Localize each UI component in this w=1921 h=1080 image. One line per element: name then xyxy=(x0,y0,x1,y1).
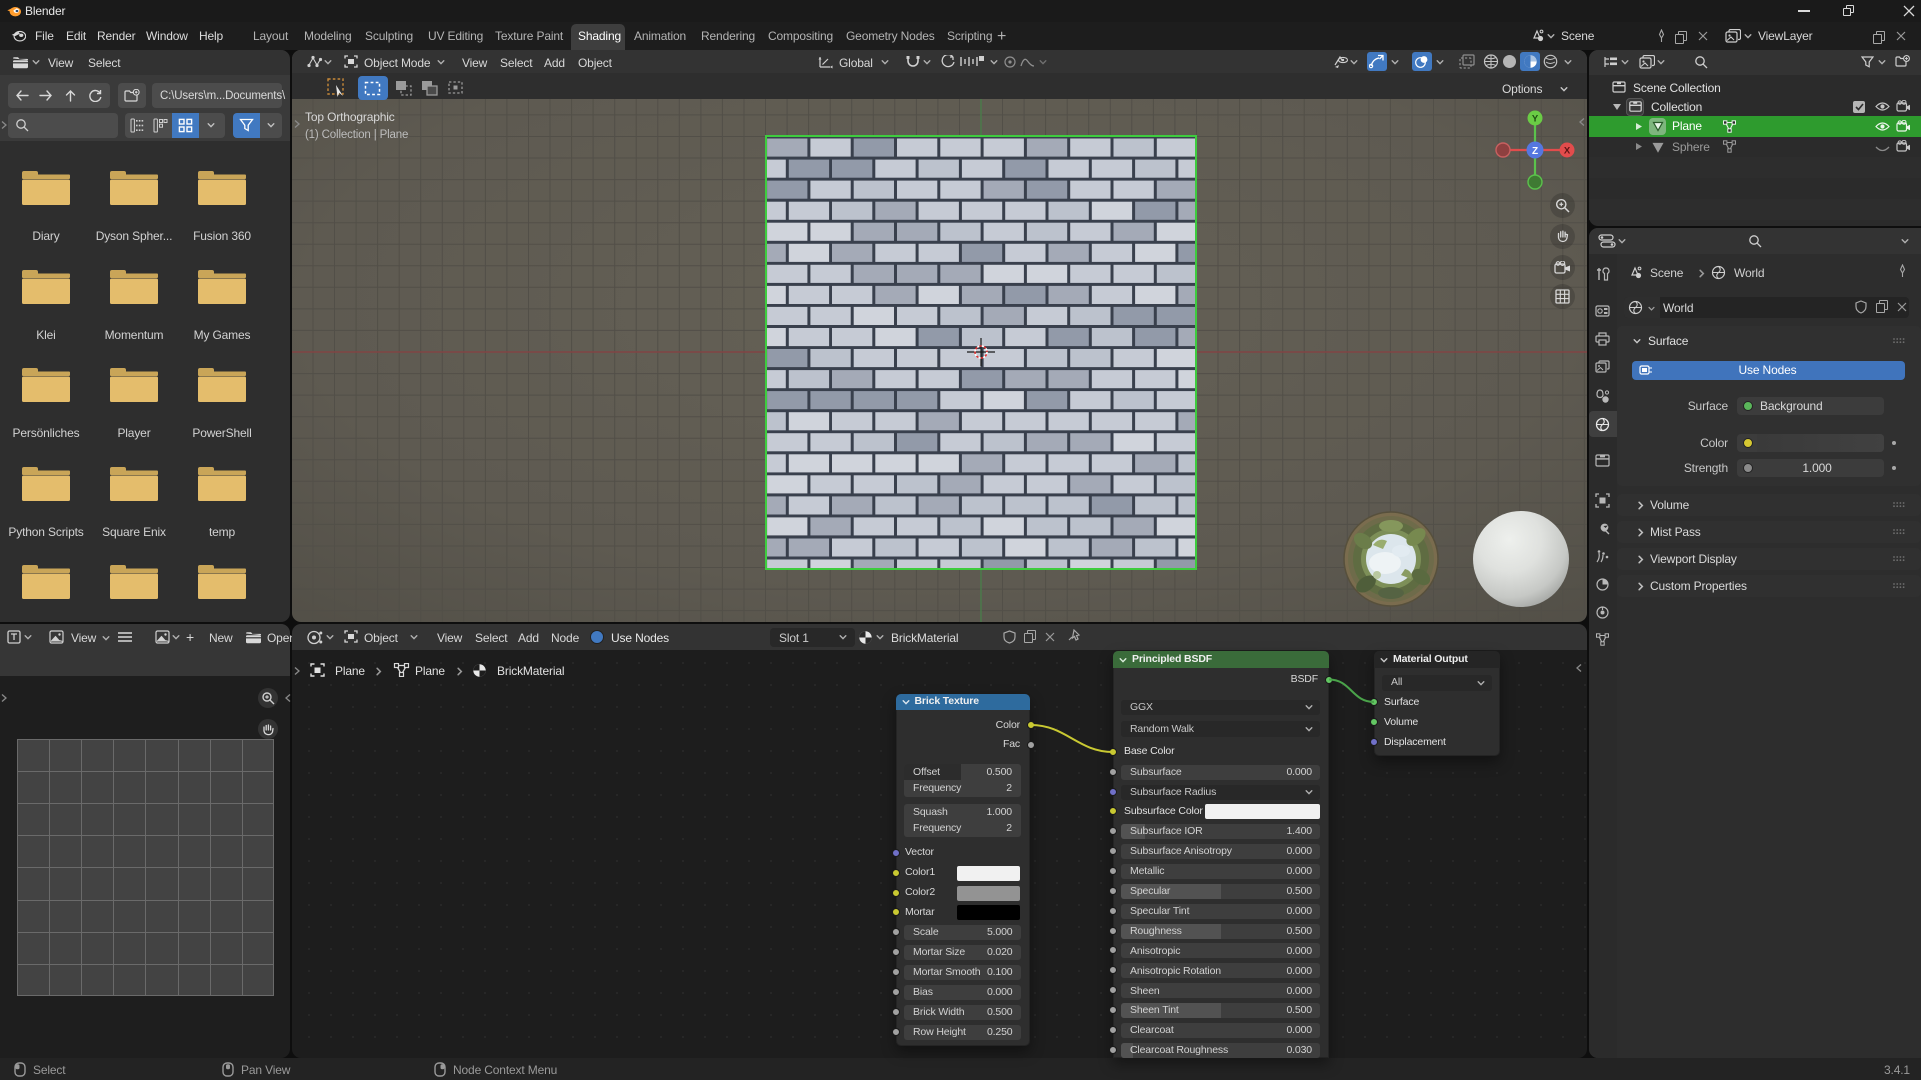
svg-text:X: X xyxy=(1564,146,1571,157)
svg-text:Z: Z xyxy=(1532,146,1538,157)
svg-text:Y: Y xyxy=(1532,114,1539,125)
